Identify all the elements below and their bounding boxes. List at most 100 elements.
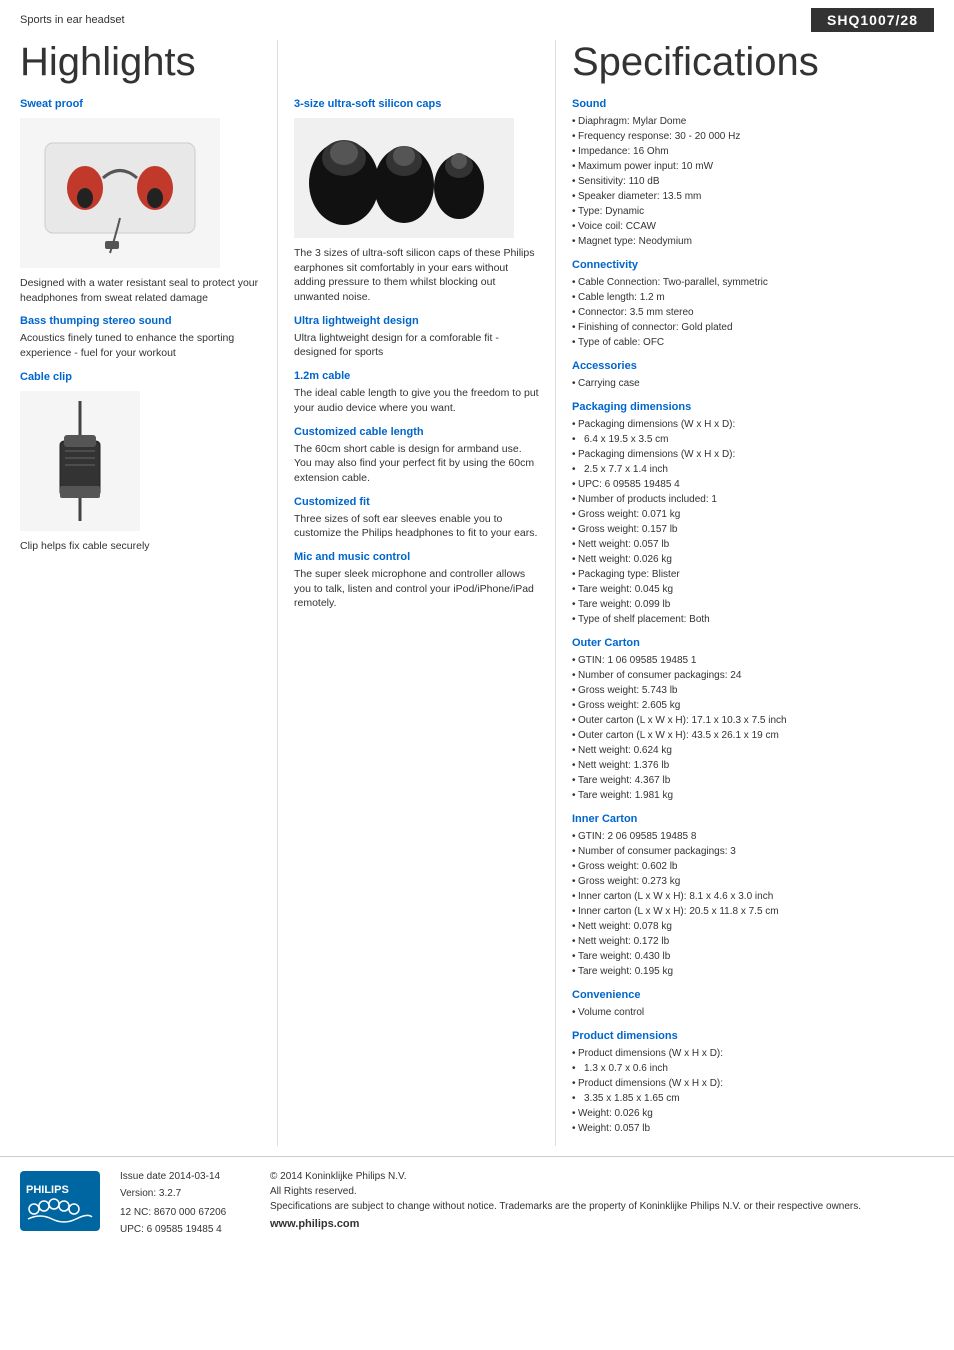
spec-item: Outer carton (L x W x H): 43.5 x 26.1 x … <box>572 728 934 743</box>
spec-item: Frequency response: 30 - 20 000 Hz <box>572 129 934 144</box>
connectivity-items: Cable Connection: Two-parallel, symmetri… <box>572 275 934 350</box>
page-header: Sports in ear headset SHQ1007/28 <box>0 0 954 36</box>
custom-cable-section: Customized cable length The 60cm short c… <box>294 426 541 486</box>
issue-date-value: 2014-03-14 <box>169 1171 220 1182</box>
spec-item: Type of shelf placement: Both <box>572 612 934 627</box>
spec-item: Volume control <box>572 1005 934 1020</box>
website: www.philips.com <box>270 1218 934 1230</box>
caps-illustration <box>294 123 514 233</box>
nc-value: 8670 000 67206 <box>154 1207 226 1218</box>
upc-label: UPC: <box>120 1224 147 1235</box>
silicon-caps-label: 3-size ultra-soft silicon caps <box>294 98 541 110</box>
silicon-caps-image <box>294 118 514 238</box>
spec-item: 2.5 x 7.7 x 1.4 inch <box>572 462 934 477</box>
cable-clip-text: Clip helps fix cable securely <box>20 539 261 554</box>
headset-illustration <box>25 123 215 263</box>
packaging-dims-title: Packaging dimensions <box>572 401 934 414</box>
left-highlights-col: Highlights Sweat proof <box>0 40 278 1146</box>
version: Version: 3.2.7 <box>120 1188 240 1199</box>
cable-12-text: The ideal cable length to give you the f… <box>294 386 541 415</box>
spec-item: Type: Dynamic <box>572 204 934 219</box>
spec-item: Packaging dimensions (W x H x D): <box>572 447 934 462</box>
custom-fit-label: Customized fit <box>294 496 541 508</box>
spec-item: Tare weight: 0.195 kg <box>572 964 934 979</box>
cable-12-label: 1.2m cable <box>294 370 541 382</box>
custom-cable-text: The 60cm short cable is design for armba… <box>294 442 541 486</box>
cable-clip-label: Cable clip <box>20 371 261 383</box>
highlights-title: Highlights <box>20 40 261 84</box>
page-wrapper: Sports in ear headset SHQ1007/28 Highlig… <box>0 0 954 1350</box>
version-value: 3.2.7 <box>159 1188 181 1199</box>
clip-illustration <box>30 391 130 531</box>
bass-text: Acoustics finely tuned to enhance the sp… <box>20 331 261 360</box>
spec-item: Nett weight: 0.057 lb <box>572 537 934 552</box>
spec-item: Tare weight: 1.981 kg <box>572 788 934 803</box>
issue-date: Issue date 2014-03-14 <box>120 1171 240 1182</box>
svg-text:PHILIPS: PHILIPS <box>26 1184 69 1196</box>
disclaimer: Specifications are subject to change wit… <box>270 1201 934 1212</box>
packaging-dims-items: Packaging dimensions (W x H x D): 6.4 x … <box>572 417 934 627</box>
accessories-title: Accessories <box>572 360 934 373</box>
spec-item: Nett weight: 1.376 lb <box>572 758 934 773</box>
inner-carton-items: GTIN: 2 06 09585 19485 8 Number of consu… <box>572 829 934 979</box>
spec-item: Nett weight: 0.624 kg <box>572 743 934 758</box>
sound-title: Sound <box>572 98 934 111</box>
philips-logo: PHILIPS <box>20 1171 100 1231</box>
product-category: Sports in ear headset <box>20 14 125 26</box>
spec-item: Weight: 0.026 kg <box>572 1106 934 1121</box>
convenience-section: Convenience Volume control <box>572 989 934 1020</box>
spec-item: Number of consumer packagings: 24 <box>572 668 934 683</box>
spec-item: Packaging dimensions (W x H x D): <box>572 417 934 432</box>
mic-section: Mic and music control The super sleek mi… <box>294 551 541 611</box>
product-dims-section: Product dimensions Product dimensions (W… <box>572 1030 934 1136</box>
issue-date-label: Issue date <box>120 1171 169 1182</box>
spec-item: Gross weight: 5.743 lb <box>572 683 934 698</box>
sweat-proof-section: Sweat proof <box>20 98 261 305</box>
outer-carton-section: Outer Carton GTIN: 1 06 09585 19485 1 Nu… <box>572 637 934 803</box>
sweat-proof-image <box>20 118 220 268</box>
spec-item: Sensitivity: 110 dB <box>572 174 934 189</box>
copyright: © 2014 Koninklijke Philips N.V. <box>270 1171 934 1182</box>
footer-meta: Issue date 2014-03-14 Version: 3.2.7 12 … <box>120 1171 240 1241</box>
specs-col: Specifications Sound Diaphragm: Mylar Do… <box>556 40 954 1146</box>
spec-item: Finishing of connector: Gold plated <box>572 320 934 335</box>
lightweight-label: Ultra lightweight design <box>294 315 541 327</box>
custom-fit-text: Three sizes of soft ear sleeves enable y… <box>294 512 541 541</box>
spec-item: Number of products included: 1 <box>572 492 934 507</box>
spec-item: Cable length: 1.2 m <box>572 290 934 305</box>
spec-item: 3.35 x 1.85 x 1.65 cm <box>572 1091 934 1106</box>
packaging-dims-section: Packaging dimensions Packaging dimension… <box>572 401 934 627</box>
connectivity-title: Connectivity <box>572 259 934 272</box>
spec-item: Nett weight: 0.172 lb <box>572 934 934 949</box>
sweat-proof-label: Sweat proof <box>20 98 261 110</box>
model-number: SHQ1007/28 <box>811 8 934 32</box>
spec-item: 1.3 x 0.7 x 0.6 inch <box>572 1061 934 1076</box>
philips-logo-svg: PHILIPS <box>20 1171 100 1231</box>
custom-cable-label: Customized cable length <box>294 426 541 438</box>
spec-item: Tare weight: 0.430 lb <box>572 949 934 964</box>
spec-item: Gross weight: 2.605 kg <box>572 698 934 713</box>
sweat-proof-text: Designed with a water resistant seal to … <box>20 276 261 305</box>
accessories-section: Accessories Carrying case <box>572 360 934 391</box>
spec-item: Magnet type: Neodymium <box>572 234 934 249</box>
spec-item: Type of cable: OFC <box>572 335 934 350</box>
upc-value: 6 09585 19485 4 <box>147 1224 222 1235</box>
cable-clip-section: Cable clip <box>20 371 261 554</box>
spec-item: Product dimensions (W x H x D): <box>572 1046 934 1061</box>
spec-item: GTIN: 1 06 09585 19485 1 <box>572 653 934 668</box>
nc-label: 12 NC: <box>120 1207 154 1218</box>
inner-carton-section: Inner Carton GTIN: 2 06 09585 19485 8 Nu… <box>572 813 934 979</box>
spec-item: Tare weight: 4.367 lb <box>572 773 934 788</box>
nc-upc: 12 NC: 8670 000 67206 <box>120 1207 240 1218</box>
spec-item: Product dimensions (W x H x D): <box>572 1076 934 1091</box>
spec-item: Weight: 0.057 lb <box>572 1121 934 1136</box>
rights: All Rights reserved. <box>270 1186 934 1197</box>
version-label: Version: <box>120 1188 159 1199</box>
spec-item: Nett weight: 0.026 kg <box>572 552 934 567</box>
spec-item: Tare weight: 0.099 lb <box>572 597 934 612</box>
bass-section: Bass thumping stereo sound Acoustics fin… <box>20 315 261 360</box>
spec-item: Maximum power input: 10 mW <box>572 159 934 174</box>
footer-legal: © 2014 Koninklijke Philips N.V. All Righ… <box>270 1171 934 1234</box>
inner-carton-title: Inner Carton <box>572 813 934 826</box>
spec-item: Carrying case <box>572 376 934 391</box>
